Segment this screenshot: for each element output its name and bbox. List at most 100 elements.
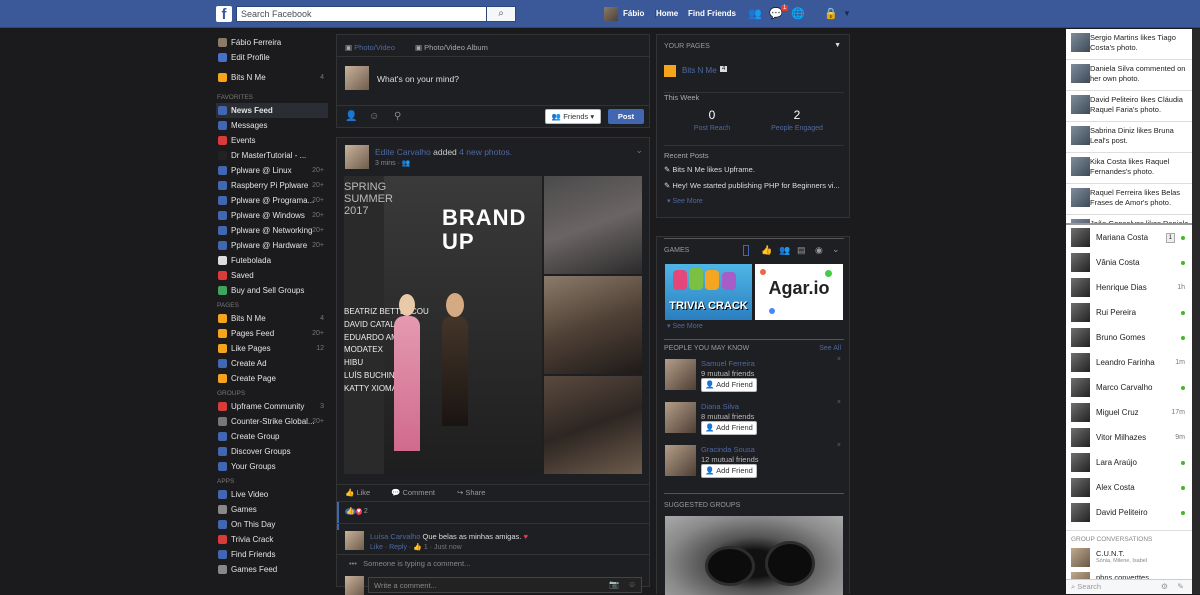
people-engaged-link[interactable]: People Engaged	[762, 125, 832, 132]
dismiss-icon[interactable]: ×	[837, 399, 841, 406]
suggested-group-image[interactable]	[665, 516, 843, 595]
game-controller-icon[interactable]: ◉	[815, 245, 823, 256]
sidebar-item-discover-groups[interactable]: Discover Groups	[216, 444, 328, 459]
pymk-avatar[interactable]	[665, 359, 696, 390]
sidebar-item-upframe-community[interactable]: Upframe Community 3	[216, 399, 328, 414]
sidebar-item-messages[interactable]: Messages	[216, 118, 328, 133]
sidebar-item-counter-strike-global[interactable]: Counter-Strike Global... 20+	[216, 414, 328, 429]
account-menu-icon[interactable]: ▼	[840, 7, 854, 21]
tab-photo-album[interactable]: ▣ Photo/Video Album	[415, 43, 488, 52]
camera-icon[interactable]: 📷	[609, 580, 619, 589]
profile-link[interactable]: Fábio	[623, 9, 644, 18]
tab-photo-video[interactable]: ▣ Photo/Video	[345, 43, 395, 52]
post-photo-3[interactable]	[544, 276, 642, 374]
sidebar-item-create-ad[interactable]: Create Ad	[216, 356, 328, 371]
sidebar-item-trivia-crack[interactable]: Trivia Crack	[216, 532, 328, 547]
chat-contact[interactable]: Vitor Milhazes 9m	[1066, 425, 1192, 450]
chat-settings-icon[interactable]: ⚙	[1161, 582, 1168, 591]
sidebar-item-bits-n-me[interactable]: Bits N Me 4	[216, 311, 328, 326]
facebook-logo-icon[interactable]: f	[216, 6, 232, 23]
trivia-crack-tile[interactable]: TRIVIA CRACK	[665, 264, 752, 320]
sidebar-item-pplware-networking[interactable]: Pplware @ Networking 20+	[216, 223, 328, 238]
ticker-item[interactable]: Raquel Ferreira likes Belas Frases de Am…	[1066, 184, 1192, 215]
chat-search-input[interactable]: ⌕ Search	[1071, 582, 1101, 592]
sidebar-item-games-feed[interactable]: Games Feed	[216, 562, 328, 577]
ticker-item[interactable]: Kika Costa likes Raquel Fernandes's phot…	[1066, 153, 1192, 184]
like-games-icon[interactable]: 👍	[761, 245, 772, 256]
ticker-item[interactable]: Sergio Martins likes Tiago Costa's photo…	[1066, 29, 1192, 60]
pymk-avatar[interactable]	[665, 402, 696, 433]
chat-contact[interactable]: Marco Carvalho	[1066, 375, 1192, 400]
pymk-avatar[interactable]	[665, 445, 696, 476]
recent-post-2[interactable]: ✎ Hey! We started publishing PHP for Beg…	[664, 181, 840, 190]
friends-games-icon[interactable]: 👥	[779, 245, 790, 256]
add-friend-button[interactable]: 👤 Add Friend	[701, 378, 757, 392]
post-button[interactable]: Post	[608, 109, 644, 124]
comment-author-link[interactable]: Luísa Carvalho	[370, 532, 420, 541]
sidebar-item-pplware-linux[interactable]: Pplware @ Linux 20+	[216, 163, 328, 178]
find-friends-link[interactable]: Find Friends	[688, 9, 736, 18]
search-input[interactable]: Search Facebook	[236, 6, 486, 22]
sidebar-item-saved[interactable]: Saved	[216, 268, 328, 283]
group-chat[interactable]: C.U.N.T. Sónia, Milene, Isabel	[1066, 546, 1192, 570]
privacy-shortcuts-icon[interactable]: 🔒	[824, 7, 838, 21]
sidebar-item-create-page[interactable]: Create Page	[216, 371, 328, 386]
chat-contact[interactable]: Leandro Farinha 1m	[1066, 350, 1192, 375]
dismiss-icon[interactable]: ×	[837, 356, 841, 363]
dismiss-icon[interactable]: ×	[837, 442, 841, 449]
sidebar-item-futebolada[interactable]: Futebolada	[216, 253, 328, 268]
sidebar-item-live-video[interactable]: Live Video	[216, 487, 328, 502]
post-photo-2[interactable]	[544, 176, 642, 274]
games-dropdown-icon[interactable]: ⌄	[832, 244, 840, 255]
sidebar-item-pages-feed[interactable]: Pages Feed 20+	[216, 326, 328, 341]
composer-input[interactable]: What's on your mind?	[377, 74, 459, 84]
comment-action[interactable]: 💬 Comment	[391, 488, 435, 497]
chat-contact[interactable]: Vânia Costa	[1066, 250, 1192, 275]
chat-contact[interactable]: Mariana Costa 1	[1066, 225, 1192, 250]
notifications-icon[interactable]: 🌐	[791, 7, 805, 21]
agar-io-tile[interactable]: Agar.io	[755, 264, 843, 320]
add-friend-button[interactable]: 👤 Add Friend	[701, 464, 757, 478]
chat-contact[interactable]: Henrique Dias 1h	[1066, 275, 1192, 300]
post-photos-link[interactable]: 4 new photos.	[459, 147, 512, 157]
sidebar-item-games[interactable]: Games	[216, 502, 328, 517]
chat-contact[interactable]: Miguel Cruz 17m	[1066, 400, 1192, 425]
sticker-icon[interactable]: ☺	[628, 580, 636, 589]
sidebar-item-your-groups[interactable]: Your Groups	[216, 459, 328, 474]
sidebar-item-dr-mastertutorial[interactable]: Dr MasterTutorial - ...	[216, 148, 328, 163]
mobile-games-icon[interactable]	[743, 245, 749, 256]
share-action[interactable]: ↪ Share	[457, 488, 485, 497]
post-reach-link[interactable]: Post Reach	[687, 125, 737, 132]
games-feed-icon[interactable]: ▤	[797, 245, 806, 256]
ticker-item[interactable]: João Gonçalves likes Daniela	[1066, 215, 1192, 223]
sidebar-item-find-friends[interactable]: Find Friends	[216, 547, 328, 562]
sidebar-item-on-this-day[interactable]: On This Day	[216, 517, 328, 532]
sidebar-item-events[interactable]: Events	[216, 133, 328, 148]
page-name-link[interactable]: Bits N Me	[682, 66, 717, 75]
ticker-item[interactable]: Sabrina Diniz likes Bruna Leal's post.	[1066, 122, 1192, 153]
home-link[interactable]: Home	[655, 9, 678, 18]
see-all-link[interactable]: See All	[819, 345, 841, 352]
new-message-icon[interactable]: ✎	[1177, 582, 1184, 591]
chat-scrollbar[interactable]	[1192, 29, 1200, 594]
reactions-count[interactable]: 👍 ♥ 2	[345, 507, 368, 515]
chat-contact[interactable]: David Peliteiro	[1066, 500, 1192, 525]
sidebar-item-buy-and-sell-groups[interactable]: Buy and Sell Groups	[216, 283, 328, 298]
sidebar-item-raspberry-pi-pplware[interactable]: Raspberry Pi Pplware 20+	[216, 178, 328, 193]
chat-contact[interactable]: Alex Costa	[1066, 475, 1192, 500]
see-more-link[interactable]: ▾ See More	[667, 197, 703, 205]
sidebar-item-edit-profile[interactable]: Edit Profile	[216, 50, 328, 65]
comment-input[interactable]: Write a comment...	[368, 577, 642, 593]
sidebar-item-create-group[interactable]: Create Group	[216, 429, 328, 444]
post-main-photo[interactable]: SPRING SUMMER 2017 BRAND UP BEATRIZ BETTENC…	[344, 176, 542, 474]
add-friend-button[interactable]: 👤 Add Friend	[701, 421, 757, 435]
pymk-name-link[interactable]: Samuel Ferreira	[701, 359, 755, 368]
commenter-avatar[interactable]	[345, 531, 364, 550]
recent-post-1[interactable]: ✎ Bits N Me likes Upframe.	[664, 165, 755, 174]
chat-contact[interactable]: Bruno Gomes	[1066, 325, 1192, 350]
post-options-icon[interactable]: ⌄	[635, 145, 643, 156]
sidebar-item-pplware-programa[interactable]: Pplware @ Programa... 20+	[216, 193, 328, 208]
pymk-name-link[interactable]: Diana Silva	[701, 402, 739, 411]
post-author-link[interactable]: Edite Carvalho	[375, 147, 431, 157]
chat-contact[interactable]: Rui Pereira	[1066, 300, 1192, 325]
